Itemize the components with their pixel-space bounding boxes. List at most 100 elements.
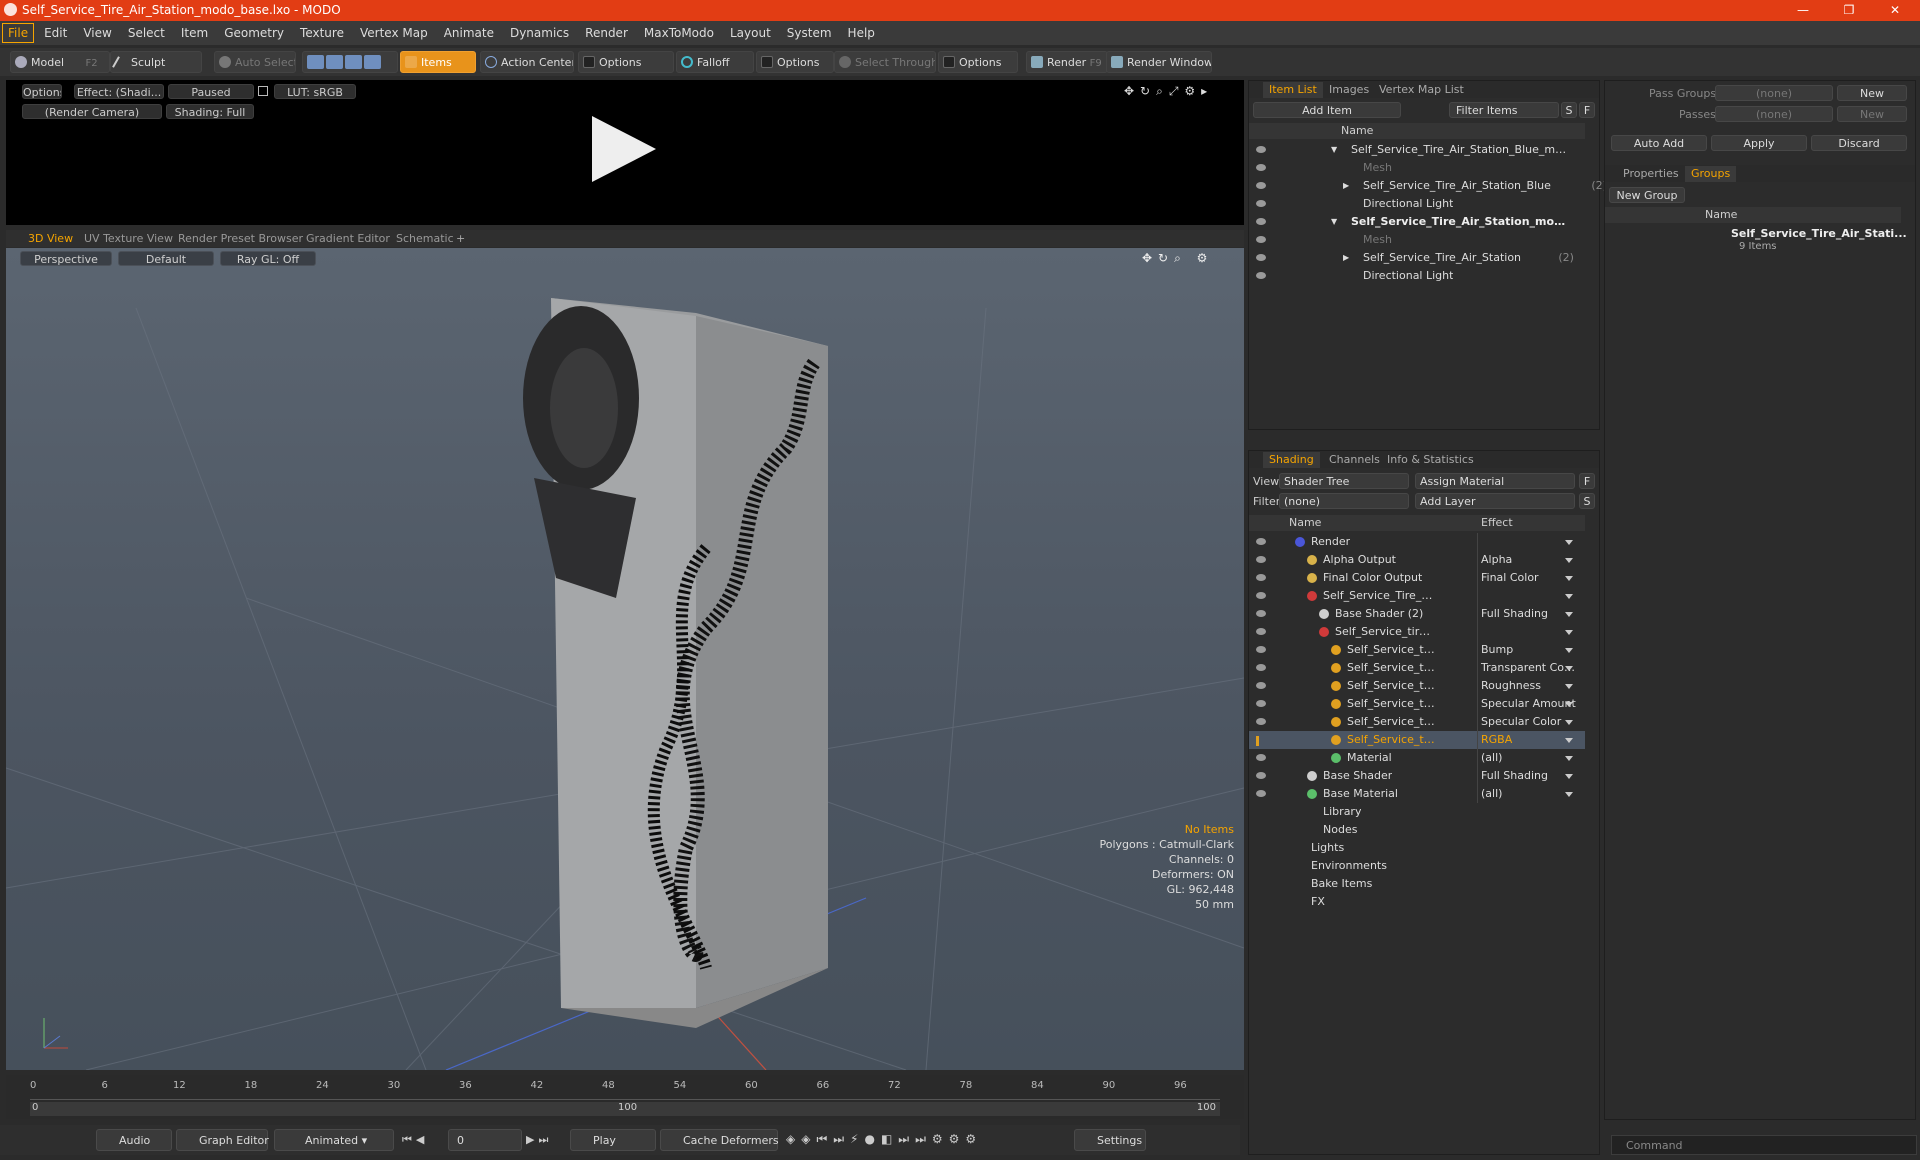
- filter-items-input[interactable]: Filter Items: [1449, 102, 1559, 118]
- camera-dropdown[interactable]: (Render Camera): [22, 104, 162, 119]
- shader-tree-row[interactable]: Bake Items: [1249, 875, 1585, 893]
- f-button[interactable]: F: [1579, 473, 1595, 489]
- layer-effect[interactable]: [1477, 587, 1577, 605]
- paused-button[interactable]: Paused: [168, 84, 254, 99]
- menu-file[interactable]: File: [2, 23, 35, 43]
- menu-help[interactable]: Help: [840, 21, 883, 45]
- visibility-eye-icon[interactable]: [1256, 200, 1266, 207]
- tab-render-preset-browser[interactable]: Render Preset Browser: [178, 230, 303, 247]
- new-pass-button[interactable]: New: [1837, 106, 1907, 122]
- visibility-eye-icon[interactable]: [1256, 146, 1266, 153]
- audio-button[interactable]: Audio: [96, 1129, 172, 1151]
- shader-tree-row[interactable]: Base Shader (2) Full Shading: [1249, 605, 1585, 623]
- shader-tree-row[interactable]: Self_Service_tire_air_s... Roughness: [1249, 677, 1585, 695]
- dropdown-arrow-icon[interactable]: [1565, 648, 1573, 653]
- 3d-viewport[interactable]: Perspective Default Ray GL: Off ✥↻⌕ ⚙ No…: [6, 248, 1244, 1070]
- layer-effect[interactable]: Full Shading: [1477, 767, 1577, 785]
- menu-vertex-map[interactable]: Vertex Map: [352, 21, 436, 45]
- transport-prev-icons[interactable]: ⏮◀: [402, 1133, 428, 1147]
- dropdown-arrow-icon[interactable]: [1565, 630, 1573, 635]
- dropdown-arrow-icon[interactable]: [1565, 738, 1573, 743]
- new-pass-group-button[interactable]: New: [1837, 85, 1907, 101]
- assign-material-dropdown[interactable]: Assign Material: [1415, 473, 1575, 489]
- tab-properties[interactable]: Properties: [1617, 166, 1685, 182]
- lock-icon[interactable]: [258, 86, 268, 96]
- dropdown-arrow-icon[interactable]: [1565, 612, 1573, 617]
- layer-effect[interactable]: Roughness: [1477, 677, 1577, 695]
- visibility-eye-icon[interactable]: [1256, 664, 1266, 671]
- dropdown-arrow-icon[interactable]: [1565, 594, 1573, 599]
- expand-down-icon[interactable]: ▼: [1331, 213, 1337, 231]
- dropdown-arrow-icon[interactable]: [1565, 720, 1573, 725]
- shader-tree-row[interactable]: Library: [1249, 803, 1585, 821]
- select-through-options-button[interactable]: Options: [938, 51, 1018, 73]
- shader-tree-row[interactable]: Self_Service_Tire_Air_Stati ...: [1249, 587, 1585, 605]
- shader-tree-row[interactable]: Self_Service_tire_air_s... Transparent Co…: [1249, 659, 1585, 677]
- item-list-row[interactable]: ▶ Self_Service_Tire_Air_Station (2): [1249, 249, 1585, 267]
- command-input[interactable]: Command: [1611, 1135, 1917, 1155]
- item-list-row[interactable]: Mesh: [1249, 159, 1585, 177]
- visibility-eye-icon[interactable]: [1256, 682, 1266, 689]
- layer-effect[interactable]: (all): [1477, 785, 1577, 803]
- add-layer-dropdown[interactable]: Add Layer: [1415, 493, 1575, 509]
- visibility-eye-icon[interactable]: [1256, 754, 1266, 761]
- discard-button[interactable]: Discard: [1811, 135, 1907, 151]
- item-list-row[interactable]: Directional Light: [1249, 267, 1585, 285]
- edges-mode-icon[interactable]: [326, 55, 343, 69]
- visibility-eye-icon[interactable]: [1256, 610, 1266, 617]
- new-group-button[interactable]: New Group: [1609, 187, 1685, 203]
- layer-effect[interactable]: [1477, 623, 1577, 641]
- menu-edit[interactable]: Edit: [36, 21, 75, 45]
- dropdown-arrow-icon[interactable]: [1565, 756, 1573, 761]
- shader-tree-row[interactable]: Base Material (all): [1249, 785, 1585, 803]
- layer-effect[interactable]: Alpha: [1477, 551, 1577, 569]
- visibility-eye-icon[interactable]: [1256, 790, 1266, 797]
- tab-uv-texture-view[interactable]: UV Texture View: [84, 230, 173, 247]
- layer-effect[interactable]: Final Color: [1477, 569, 1577, 587]
- shader-tree-row[interactable]: Self_Service_tire_air_s... Bump: [1249, 641, 1585, 659]
- item-list-row[interactable]: ▼ Self_Service_Tire_Air_Station_mod...: [1249, 213, 1585, 231]
- shader-tree-row[interactable]: Self_Service_tire_air_s... RGBA: [1249, 731, 1585, 749]
- action-center-options-button[interactable]: Options: [578, 51, 674, 73]
- add-tab-button[interactable]: +: [456, 230, 465, 247]
- shader-tree-row[interactable]: Self_Service_tire_air_s... Specular Amoun…: [1249, 695, 1585, 713]
- shader-tree-row[interactable]: Self_Service_tire_air_sta ...: [1249, 623, 1585, 641]
- tab-groups[interactable]: Groups: [1685, 166, 1737, 182]
- preview-nav-icons[interactable]: ✥↻⌕⤢⚙▸: [1124, 84, 1213, 99]
- shader-tree-row[interactable]: Base Shader Full Shading: [1249, 767, 1585, 785]
- item-list-row[interactable]: ▶ Self_Service_Tire_Air_Station_Blue (2): [1249, 177, 1607, 195]
- visibility-eye-icon[interactable]: [1256, 218, 1266, 225]
- shader-tree-row[interactable]: Nodes: [1249, 821, 1585, 839]
- render-window-button[interactable]: Render Window: [1106, 51, 1212, 73]
- shader-tree-row[interactable]: Render: [1249, 533, 1585, 551]
- transport-next-icons[interactable]: ▶⏭: [526, 1133, 552, 1147]
- layer-effect[interactable]: [1477, 533, 1577, 551]
- cache-deformers-button[interactable]: Cache Deformers: [660, 1129, 779, 1151]
- layer-effect[interactable]: (all): [1477, 749, 1577, 767]
- tab-schematic[interactable]: Schematic: [396, 230, 454, 247]
- visibility-eye-icon[interactable]: [1256, 236, 1266, 243]
- animated-dropdown[interactable]: Animated ▾: [274, 1129, 394, 1151]
- items-mode-button[interactable]: Items: [400, 51, 476, 73]
- layer-effect[interactable]: RGBA: [1477, 731, 1577, 749]
- visibility-eye-icon[interactable]: [1256, 538, 1266, 545]
- visibility-eye-icon[interactable]: [1256, 272, 1266, 279]
- falloff-button[interactable]: Falloff: [676, 51, 754, 73]
- graph-editor-button[interactable]: Graph Editor: [176, 1129, 269, 1151]
- materials-mode-icon[interactable]: [364, 55, 381, 69]
- action-center-button[interactable]: Action Center: [480, 51, 574, 73]
- vertices-mode-icon[interactable]: [307, 55, 324, 69]
- minimize-button[interactable]: —: [1780, 0, 1826, 21]
- item-list-row[interactable]: Directional Light: [1249, 195, 1585, 213]
- layer-effect[interactable]: Bump: [1477, 641, 1577, 659]
- visibility-eye-icon[interactable]: [1256, 592, 1266, 599]
- play-button[interactable]: Play: [570, 1129, 656, 1151]
- shader-tree-row[interactable]: Material (all): [1249, 749, 1585, 767]
- dropdown-arrow-icon[interactable]: [1565, 576, 1573, 581]
- dropdown-arrow-icon[interactable]: [1565, 684, 1573, 689]
- dropdown-arrow-icon[interactable]: [1565, 774, 1573, 779]
- shading-dropdown[interactable]: Shading: Full: [166, 104, 254, 119]
- timeline-ruler[interactable]: 0 6 12 18 24 30 36 42 48 54 60 66 72 78 84 90 96: [30, 1078, 1220, 1100]
- layer-effect[interactable]: Transparent Color: [1477, 659, 1577, 677]
- settings-button[interactable]: Settings: [1074, 1129, 1146, 1151]
